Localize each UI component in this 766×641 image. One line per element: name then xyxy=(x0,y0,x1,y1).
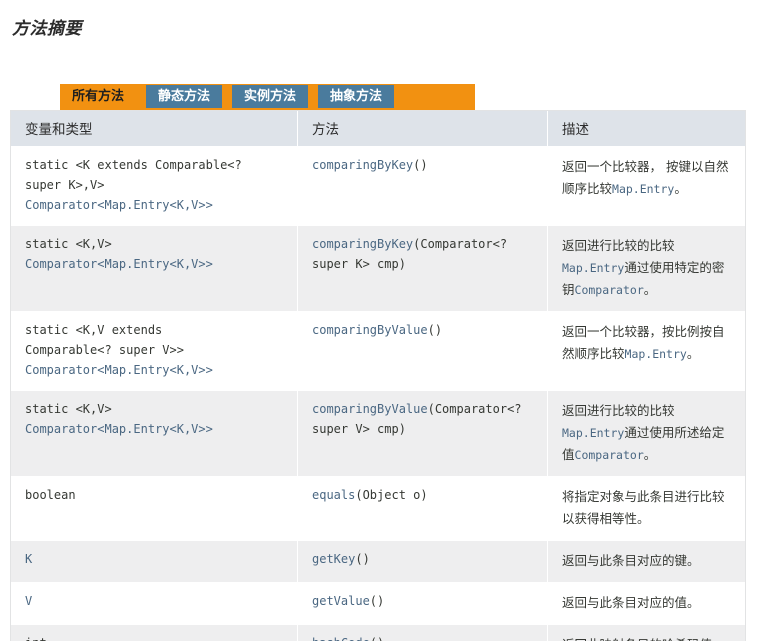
cell-type: static <K,V extends Comparable<? super V>… xyxy=(11,311,298,391)
cell-method: comparingByValue() xyxy=(297,311,548,391)
tab-abstract-methods[interactable]: 抽象方法 xyxy=(318,85,395,108)
cell-description: 返回进行比较的比较Map.Entry通过使用特定的密钥Comparator。 xyxy=(547,225,745,312)
table-head: 变量和类型 方法 描述 xyxy=(11,111,745,147)
tab-separator xyxy=(136,84,147,110)
description-text: 。 xyxy=(643,447,657,463)
cell-method: getKey() xyxy=(297,539,548,583)
method-link[interactable]: comparingByValue xyxy=(312,323,428,337)
cell-description: 返回与此条目对应的值。 xyxy=(547,581,745,625)
method-link[interactable]: comparingByValue xyxy=(312,402,428,416)
column-header-type: 变量和类型 xyxy=(11,111,298,147)
cell-description: 返回进行比较的比较Map.Entry通过使用所述给定值Comparator。 xyxy=(547,390,745,477)
tab-static-methods[interactable]: 静态方法 xyxy=(146,85,223,108)
description-text: 。 xyxy=(674,180,687,196)
table-header-row: 变量和类型 方法 描述 xyxy=(11,111,745,147)
type-text: static <K,V> xyxy=(25,402,112,417)
description-text: 。 xyxy=(643,282,657,298)
cell-method: comparingByKey() xyxy=(297,145,548,226)
description-link[interactable]: Map.Entry xyxy=(612,182,674,196)
description-link[interactable]: Map.Entry xyxy=(625,347,687,361)
type-text: boolean xyxy=(25,488,76,503)
description-text: 返回与此条目对应的值。 xyxy=(562,594,700,610)
method-signature: () xyxy=(370,636,384,641)
method-summary-table-wrapper: 变量和类型 方法 描述 static <K extends Comparable… xyxy=(10,110,746,641)
method-signature: () xyxy=(355,551,370,566)
table-row: KgetKey() 返回与此条目对应的键。 xyxy=(11,539,745,583)
table-row: boolean equals(Object o) 将指定对象与此条目进行比较以获得相… xyxy=(11,476,745,541)
method-link[interactable]: comparingByKey xyxy=(312,237,413,251)
description-text: 将指定对象与此条目进行比较以获得相等性。 xyxy=(562,489,725,526)
tab-separator xyxy=(222,84,233,110)
cell-method: hashCode() xyxy=(297,623,548,641)
method-link[interactable]: comparingByKey xyxy=(312,158,413,172)
method-signature: (Object o) xyxy=(355,488,428,503)
table-row: static <K extends Comparable<? super K>,V… xyxy=(11,145,745,226)
tab-separator xyxy=(308,84,319,110)
type-text: int xyxy=(25,636,47,641)
description-text: 返回进行比较的比较 xyxy=(562,403,675,419)
cell-type: V xyxy=(11,581,298,625)
table-row: int hashCode() 返回此映射条目的哈希码值。 xyxy=(11,623,745,641)
method-signature: () xyxy=(427,323,443,338)
cell-type: K xyxy=(11,539,298,583)
cell-type: int xyxy=(11,623,298,641)
method-summary-table: 变量和类型 方法 描述 static <K extends Comparable… xyxy=(11,111,745,641)
method-signature: () xyxy=(413,158,428,172)
method-link[interactable]: getKey xyxy=(312,552,355,566)
method-signature: () xyxy=(369,593,385,608)
method-filter-tabs: 所有方法 静态方法 实例方法 抽象方法 xyxy=(0,84,766,110)
type-text: static <K extends Comparable<? xyxy=(25,158,242,172)
cell-description: 将指定对象与此条目进行比较以获得相等性。 xyxy=(547,476,745,541)
cell-method: equals(Object o) xyxy=(297,476,548,541)
type-text: static <K,V> xyxy=(25,237,112,252)
cell-method: comparingByKey(Comparator<? super K> cmp… xyxy=(297,225,548,312)
cell-description: 返回与此条目对应的键。 xyxy=(547,539,745,583)
type-link[interactable]: Comparator<Map.Entry<K,V>> xyxy=(25,198,213,212)
cell-method: comparingByValue(Comparator<? super V> c… xyxy=(297,390,548,477)
table-row: VgetValue() 返回与此条目对应的值。 xyxy=(11,581,745,625)
description-text: 返回与此条目对应的键。 xyxy=(562,552,700,568)
description-link[interactable]: Map.Entry xyxy=(562,426,624,440)
tab-all-methods[interactable]: 所有方法 xyxy=(60,84,137,110)
tab-instance-methods[interactable]: 实例方法 xyxy=(232,85,309,108)
type-link[interactable]: V xyxy=(25,594,32,608)
table-row: static <K,V extends Comparable<? super V>… xyxy=(11,311,745,391)
description-link[interactable]: Comparator xyxy=(575,448,644,462)
type-text: super K>,V> xyxy=(25,177,105,192)
type-text: static <K,V extends xyxy=(25,323,163,338)
page-title: 方法摘要 xyxy=(12,19,82,39)
table-body: static <K extends Comparable<? super K>,V… xyxy=(11,145,745,641)
table-row: static <K,V> Comparator<Map.Entry<K,V>> co… xyxy=(11,390,745,477)
type-link[interactable]: Comparator<Map.Entry<K,V>> xyxy=(25,422,213,436)
cell-type: static <K,V> Comparator<Map.Entry<K,V>> xyxy=(11,390,298,477)
tabs-strip: 所有方法 静态方法 实例方法 抽象方法 xyxy=(60,84,475,110)
description-text: 。 xyxy=(686,345,700,361)
cell-description: 返回一个比较器， 按键以自然顺序比较Map.Entry。 xyxy=(547,145,745,226)
cell-description: 返回此映射条目的哈希码值。 xyxy=(547,623,745,641)
method-link[interactable]: equals xyxy=(312,488,355,502)
type-link[interactable]: Comparator<Map.Entry<K,V>> xyxy=(25,257,213,271)
method-summary-page: 方法摘要 所有方法 静态方法 实例方法 抽象方法 变量和类型 方法 描述 static… xyxy=(0,0,766,641)
description-text: 返回进行比较的比较 xyxy=(562,238,675,254)
cell-type: static <K,V> Comparator<Map.Entry<K,V>> xyxy=(11,225,298,312)
cell-type: static <K extends Comparable<? super K>,V… xyxy=(11,145,298,226)
cell-type: boolean xyxy=(11,476,298,541)
method-link[interactable]: hashCode xyxy=(312,636,370,641)
description-text: 返回此映射条目的哈希码值。 xyxy=(562,637,725,641)
method-link[interactable]: getValue xyxy=(312,594,370,608)
column-header-description: 描述 xyxy=(547,111,745,147)
table-row: static <K,V> Comparator<Map.Entry<K,V>> co… xyxy=(11,225,745,312)
cell-method: getValue() xyxy=(297,581,548,625)
type-text: Comparable<? super V>> xyxy=(25,342,184,357)
description-link[interactable]: Comparator xyxy=(575,283,644,297)
cell-description: 返回一个比较器，按比例按自然顺序比较Map.Entry。 xyxy=(547,311,745,391)
description-link[interactable]: Map.Entry xyxy=(562,261,624,275)
type-link[interactable]: Comparator<Map.Entry<K,V>> xyxy=(25,363,213,377)
type-link[interactable]: K xyxy=(25,552,32,566)
column-header-method: 方法 xyxy=(297,111,548,147)
